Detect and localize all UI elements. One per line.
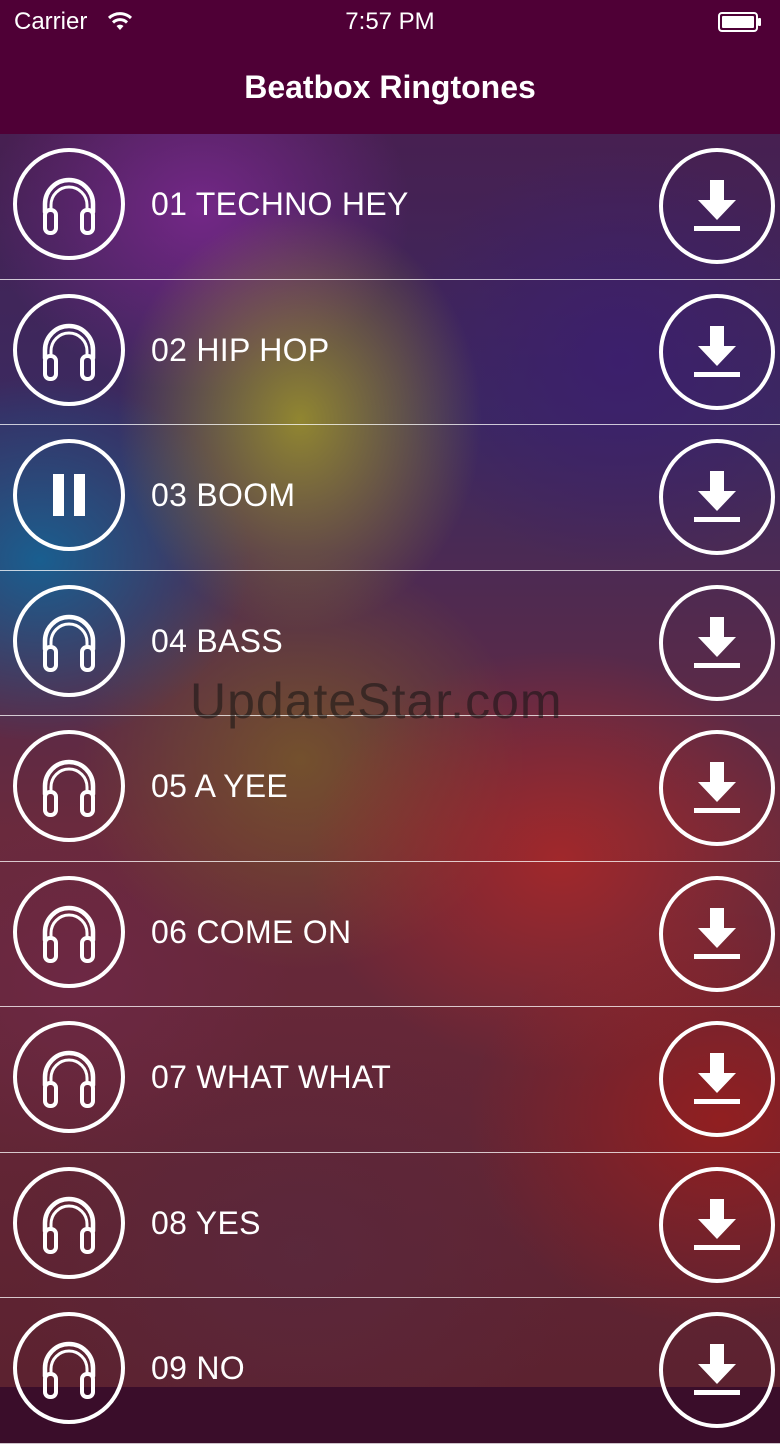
download-button[interactable] xyxy=(659,584,775,701)
play-button[interactable] xyxy=(13,1312,125,1424)
ringtone-title: 01 TECHNO HEY xyxy=(151,186,409,222)
ringtone-title: 07 WHAT WHAT xyxy=(151,1059,392,1095)
ringtone-list: 01 TECHNO HEY 02 HIP HOP 03 BOOM 04 BASS 05 … xyxy=(0,134,780,1444)
headphones-icon xyxy=(42,177,96,235)
download-icon xyxy=(694,762,740,813)
ringtone-title: 05 A YEE xyxy=(151,768,289,804)
ringtone-row[interactable]: 02 HIP HOP xyxy=(0,280,780,425)
page-title: Beatbox Ringtones xyxy=(244,69,536,105)
headphones-icon xyxy=(42,759,96,817)
download-icon xyxy=(694,616,740,668)
download-button[interactable] xyxy=(659,1166,775,1283)
ringtone-title: 02 HIP HOP xyxy=(151,331,330,368)
headphones-icon xyxy=(42,1050,96,1108)
headphones-icon xyxy=(42,614,96,672)
download-button[interactable] xyxy=(659,439,775,555)
download-icon xyxy=(694,325,740,377)
ringtone-row[interactable]: 01 TECHNO HEY xyxy=(0,134,780,280)
ringtone-row[interactable]: 07 WHAT WHAT xyxy=(0,1007,780,1153)
play-button[interactable] xyxy=(13,1166,125,1279)
play-button[interactable] xyxy=(13,875,125,988)
ringtone-title: 03 BOOM xyxy=(151,477,296,513)
ringtone-title: 06 COME ON xyxy=(151,913,352,950)
ringtone-title: 09 NO xyxy=(151,1350,245,1386)
download-icon xyxy=(694,1198,740,1250)
ringtone-title: 04 BASS xyxy=(151,622,283,659)
download-button[interactable] xyxy=(659,730,775,846)
ringtone-row[interactable]: 08 YES xyxy=(0,1153,780,1298)
headphones-icon xyxy=(42,323,96,381)
ringtone-row[interactable]: 06 COME ON xyxy=(0,862,780,1007)
status-time: 7:57 PM xyxy=(345,8,435,35)
play-button[interactable] xyxy=(13,584,125,697)
ringtone-row[interactable]: 09 NO xyxy=(0,1298,780,1444)
download-icon xyxy=(694,1053,740,1104)
play-button[interactable] xyxy=(13,148,125,260)
play-button[interactable] xyxy=(13,293,125,406)
play-button[interactable] xyxy=(13,1021,125,1133)
navigation-bar: Beatbox Ringtones xyxy=(0,44,780,134)
watermark: UpdateStar.com xyxy=(190,673,563,729)
battery-icon xyxy=(718,12,761,32)
download-button[interactable] xyxy=(659,875,775,992)
download-icon xyxy=(694,471,740,522)
ringtone-row[interactable]: 05 A YEE xyxy=(0,716,780,862)
headphones-icon xyxy=(42,1196,96,1254)
download-icon xyxy=(694,1344,740,1395)
download-button[interactable] xyxy=(659,1021,775,1137)
headphones-icon xyxy=(42,1341,96,1399)
ringtone-row[interactable]: 03 BOOM xyxy=(0,425,780,571)
download-button[interactable] xyxy=(659,1312,775,1428)
download-icon xyxy=(694,180,740,231)
status-bar: Carrier 7:57 PM xyxy=(0,0,780,44)
ringtone-title: 08 YES xyxy=(151,1204,261,1241)
download-button[interactable] xyxy=(659,148,775,264)
headphones-icon xyxy=(42,905,96,963)
download-icon xyxy=(694,907,740,959)
pause-button[interactable] xyxy=(13,439,125,551)
download-button[interactable] xyxy=(659,293,775,410)
pause-icon xyxy=(53,474,85,516)
play-button[interactable] xyxy=(13,730,125,842)
